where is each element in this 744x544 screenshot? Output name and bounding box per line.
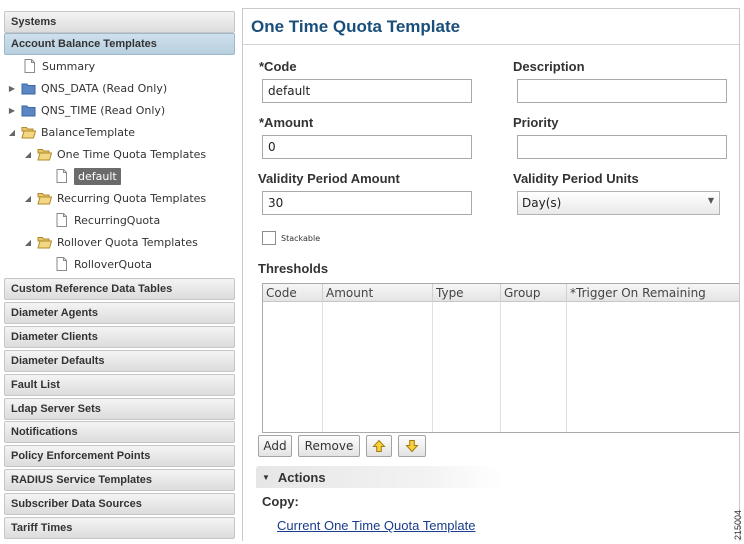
column-header-amount[interactable]: Amount	[323, 284, 433, 302]
tree-item-label: default	[74, 167, 121, 185]
chevron-down-icon: ▼	[707, 196, 714, 205]
expand-arrow-icon[interactable]: ▶	[6, 104, 18, 116]
nav-header-diameter-clients[interactable]: Diameter Clients	[4, 326, 235, 348]
thresholds-label: Thresholds	[258, 261, 329, 276]
page-icon	[54, 257, 69, 271]
column-header-code[interactable]: Code	[263, 284, 323, 302]
tree-item-one-time-quota-templates[interactable]: ◢ One Time Quota Templates	[22, 144, 206, 164]
page-icon	[54, 169, 69, 183]
stackable-checkbox[interactable]	[262, 231, 276, 245]
table-column-amount	[323, 302, 433, 432]
validity-period-units-value: Day(s)	[522, 196, 562, 210]
nav-header-ldap-server-sets[interactable]: Ldap Server Sets	[4, 398, 235, 420]
tree-item-default[interactable]: default	[54, 166, 121, 186]
collapse-arrow-icon[interactable]: ◢	[22, 236, 34, 248]
column-header-trigger-on-remaining[interactable]: *Trigger On Remaining	[567, 284, 739, 302]
tree-item-label: QNS_DATA (Read Only)	[41, 81, 168, 95]
tree-item-balance-template[interactable]: ◢ BalanceTemplate	[6, 122, 135, 142]
actions-section-header[interactable]: ▼ Actions	[256, 466, 503, 488]
tree-item-summary[interactable]: Summary	[22, 56, 95, 76]
nav-header-tariff-times[interactable]: Tariff Times	[4, 517, 235, 539]
code-label: *Code	[259, 59, 297, 74]
move-down-button[interactable]	[398, 435, 426, 457]
collapse-arrow-icon[interactable]: ◢	[22, 148, 34, 160]
template-editor-panel: One Time Quota Template *Code default De…	[242, 8, 740, 541]
description-label: Description	[513, 59, 585, 74]
folder-open-icon	[21, 125, 36, 139]
figure-number: 215004	[733, 509, 743, 540]
validity-period-amount-field[interactable]: 30	[262, 191, 472, 215]
description-field[interactable]	[517, 79, 727, 103]
tree-item-label: Rollover Quota Templates	[57, 235, 198, 249]
tree-item-recurring-quota[interactable]: RecurringQuota	[54, 210, 160, 230]
tree-item-qns-data[interactable]: ▶ QNS_DATA (Read Only)	[6, 78, 167, 98]
nav-header-systems[interactable]: Systems	[4, 11, 235, 33]
arrow-up-icon	[372, 439, 386, 452]
thresholds-table-header: Code Amount Type Group *Trigger On Remai…	[263, 284, 739, 302]
expand-arrow-icon[interactable]: ▶	[6, 82, 18, 94]
nav-header-diameter-defaults[interactable]: Diameter Defaults	[4, 350, 235, 372]
remove-button[interactable]: Remove	[298, 435, 360, 457]
table-column-code	[263, 302, 323, 432]
page-icon	[22, 59, 37, 73]
tree-item-label: Summary	[42, 59, 96, 73]
template-tree: Summary ▶ QNS_DATA (Read Only) ▶ QNS_TIM…	[2, 55, 235, 283]
tree-item-qns-time[interactable]: ▶ QNS_TIME (Read Only)	[6, 100, 165, 120]
actions-header-label: Actions	[277, 469, 326, 485]
tree-item-label: Recurring Quota Templates	[57, 191, 207, 205]
amount-field[interactable]: 0	[262, 135, 472, 159]
nav-header-radius-service-templates[interactable]: RADIUS Service Templates	[4, 469, 235, 491]
page-title: One Time Quota Template	[243, 9, 739, 45]
code-field[interactable]: default	[262, 79, 472, 103]
collapse-arrow-icon[interactable]: ◢	[6, 126, 18, 138]
folder-open-icon	[37, 147, 52, 161]
folder-closed-icon	[21, 81, 36, 95]
nav-header-account-balance-templates[interactable]: Account Balance Templates	[4, 33, 235, 55]
validity-period-amount-label: Validity Period Amount	[258, 171, 400, 186]
validity-period-units-label: Validity Period Units	[513, 171, 639, 186]
tree-item-label: RolloverQuota	[74, 257, 152, 271]
copy-current-template-link[interactable]: Current One Time Quota Template	[277, 518, 475, 533]
tree-item-rollover-quota-templates[interactable]: ◢ Rollover Quota Templates	[22, 232, 198, 252]
add-button[interactable]: Add	[258, 435, 292, 457]
tree-item-label: One Time Quota Templates	[57, 147, 207, 161]
move-up-button[interactable]	[366, 435, 392, 457]
folder-open-icon	[37, 191, 52, 205]
stackable-label: Stackable	[281, 234, 321, 243]
nav-header-policy-enforcement-points[interactable]: Policy Enforcement Points	[4, 445, 235, 467]
nav-header-notifications[interactable]: Notifications	[4, 421, 235, 443]
page-icon	[54, 213, 69, 227]
priority-label: Priority	[513, 115, 559, 130]
collapse-triangle-icon: ▼	[262, 472, 270, 482]
collapse-arrow-icon[interactable]: ◢	[22, 192, 34, 204]
priority-field[interactable]	[517, 135, 727, 159]
tree-item-label: BalanceTemplate	[41, 125, 136, 139]
copy-label: Copy:	[262, 494, 299, 509]
nav-header-diameter-agents[interactable]: Diameter Agents	[4, 302, 235, 324]
arrow-down-icon	[405, 440, 419, 453]
column-header-type[interactable]: Type	[433, 284, 501, 302]
column-header-group[interactable]: Group	[501, 284, 567, 302]
navigation-panel: Systems Account Balance Templates Summar…	[2, 5, 235, 541]
folder-open-icon	[37, 235, 52, 249]
nav-header-fault-list[interactable]: Fault List	[4, 374, 235, 396]
tree-item-label: RecurringQuota	[74, 213, 161, 227]
tree-item-rollover-quota[interactable]: RolloverQuota	[54, 254, 152, 274]
folder-closed-icon	[21, 103, 36, 117]
nav-header-subscriber-data-sources[interactable]: Subscriber Data Sources	[4, 493, 235, 515]
tree-item-label: QNS_TIME (Read Only)	[41, 103, 166, 117]
amount-label: *Amount	[259, 115, 314, 130]
validity-period-units-select[interactable]: Day(s) ▼	[517, 191, 720, 215]
nav-header-custom-reference-data-tables[interactable]: Custom Reference Data Tables	[4, 278, 235, 300]
tree-item-recurring-quota-templates[interactable]: ◢ Recurring Quota Templates	[22, 188, 206, 208]
table-column-group	[501, 302, 567, 432]
thresholds-table[interactable]: Code Amount Type Group *Trigger On Remai…	[262, 283, 739, 433]
table-column-type	[433, 302, 501, 432]
